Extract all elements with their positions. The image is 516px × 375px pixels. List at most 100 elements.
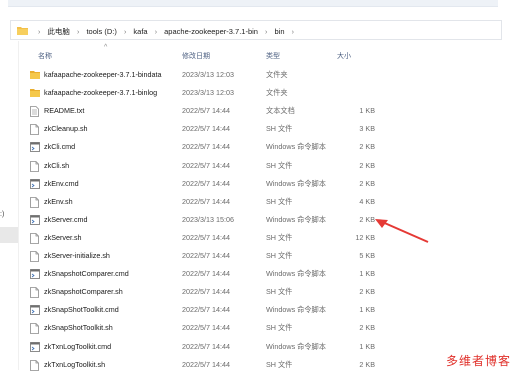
file-row[interactable]: zkSnapShotToolkit.cmd 2022/5/7 14:44 Windo… — [28, 302, 498, 320]
cmd-file-icon — [30, 214, 40, 226]
file-row[interactable]: zkSnapshotComparer.sh 2022/5/7 14:44 SH 文件… — [28, 284, 498, 302]
folder-icon — [30, 88, 40, 99]
file-type: 文件夹 — [266, 70, 288, 79]
file-date: 2022/5/7 14:44 — [182, 323, 230, 333]
file-date: 2022/5/7 14:44 — [182, 196, 230, 206]
file-icon — [30, 196, 40, 208]
file-row[interactable]: kafaapache-zookeeper-3.7.1-bindata 2023/3… — [28, 67, 498, 85]
file-icon — [30, 287, 40, 299]
file-size: 4 KB — [359, 196, 375, 206]
file-row[interactable]: zkSnapshotComparer.cmd 2022/5/7 14:44 Wind… — [28, 266, 498, 284]
file-name: zkServer.sh — [44, 232, 82, 242]
file-icon — [30, 359, 40, 371]
nav-selected-item[interactable] — [0, 227, 18, 243]
cmd-file-icon — [30, 269, 40, 280]
file-size: 1 KB — [359, 106, 375, 116]
column-header-type[interactable]: 类型 — [266, 51, 280, 61]
file-type: 文件夹 — [266, 88, 288, 98]
file-date: 2022/5/7 14:44 — [182, 106, 230, 116]
file-type: Windows 命令脚本 — [266, 214, 326, 224]
file-size: 2 KB — [359, 287, 375, 297]
file-icon — [30, 160, 40, 172]
file-size: 3 KB — [359, 124, 375, 134]
file-row[interactable]: zkTxnLogToolkit.cmd 2022/5/7 14:44 Windows… — [28, 339, 498, 357]
column-header-date[interactable]: 修改日期 — [182, 51, 210, 61]
file-row[interactable]: zkTxnLogToolkit.sh 2022/5/7 14:44 SH 文件 2 K… — [28, 357, 498, 375]
file-date: 2022/5/7 14:44 — [182, 305, 230, 315]
file-row[interactable]: zkSnapShotToolkit.sh 2022/5/7 14:44 SH 文件 2… — [28, 320, 498, 338]
file-size: 12 KB — [355, 232, 375, 242]
file-size: 2 KB — [359, 214, 375, 224]
file-type: SH 文件 — [266, 323, 293, 333]
breadcrumb-item[interactable]: apache-zookeeper-3.7.1-bin — [164, 27, 258, 36]
file-name: zkSnapshotComparer.sh — [44, 287, 123, 297]
file-date: 2022/5/7 14:44 — [182, 341, 230, 351]
file-date: 2023/3/13 12:03 — [182, 88, 234, 98]
file-type: Windows 命令脚本 — [266, 269, 326, 279]
file-icon — [30, 251, 40, 262]
address-bar[interactable]: › 此电脑 › tools (D:) › kafa › apache-zooke… — [10, 20, 502, 40]
folder-icon — [17, 26, 28, 35]
breadcrumb-item[interactable]: tools (D:) — [86, 27, 116, 36]
file-date: 2022/5/7 14:44 — [182, 160, 230, 170]
file-row[interactable]: zkServer-initialize.sh 2022/5/7 14:44 SH 文… — [28, 248, 498, 266]
file-type: 文本文档 — [266, 106, 295, 116]
file-date: 2022/5/7 14:44 — [182, 232, 230, 242]
breadcrumb-item[interactable]: 此电脑 — [47, 26, 70, 37]
file-type: Windows 命令脚本 — [266, 142, 326, 152]
file-type: SH 文件 — [266, 251, 293, 260]
chevron-right-icon: › — [123, 29, 127, 36]
file-date: 2023/3/13 12:03 — [182, 70, 234, 79]
file-row[interactable]: kafaapache-zookeeper-3.7.1-binlog 2023/3/… — [28, 85, 498, 103]
column-headers: 名称 ^ 修改日期 类型 大小 — [28, 44, 498, 64]
chevron-right-icon: › — [265, 29, 268, 36]
file-type: SH 文件 — [266, 196, 293, 206]
file-size: 2 KB — [359, 178, 375, 188]
file-row[interactable]: zkCleanup.sh 2022/5/7 14:44 SH 文件 3 KB — [28, 121, 498, 139]
navigation-pane: :) — [0, 41, 19, 370]
cmd-file-icon — [30, 142, 40, 153]
file-size: 1 KB — [359, 341, 375, 351]
file-date: 2022/5/7 14:44 — [182, 251, 230, 260]
sort-up-icon: ^ — [104, 44, 108, 51]
file-name: kafaapache-zookeeper-3.7.1-bindata — [44, 70, 162, 79]
file-type: Windows 命令脚本 — [266, 341, 326, 351]
file-date: 2022/5/7 14:44 — [182, 142, 230, 152]
file-type: SH 文件 — [266, 160, 293, 170]
file-date: 2022/5/7 14:44 — [182, 124, 230, 134]
watermark: 多维者博客 — [446, 354, 512, 368]
file-type: Windows 命令脚本 — [266, 305, 326, 315]
file-name: zkEnv.cmd — [44, 178, 79, 188]
chevron-right-icon: › — [38, 29, 41, 36]
file-row[interactable]: zkCli.cmd 2022/5/7 14:44 Windows 命令脚本 2 KB — [28, 139, 498, 157]
file-name: README.txt — [44, 106, 85, 116]
file-name: zkServer-initialize.sh — [44, 251, 110, 260]
file-name: zkServer.cmd — [44, 214, 88, 224]
annotation-arrow — [375, 219, 429, 243]
file-row[interactable]: zkEnv.cmd 2022/5/7 14:44 Windows 命令脚本 2 KB — [28, 176, 498, 194]
cmd-file-icon — [30, 178, 40, 190]
file-type: SH 文件 — [266, 232, 293, 242]
file-size: 1 KB — [359, 305, 375, 315]
file-name: zkSnapShotToolkit.cmd — [44, 305, 119, 315]
column-header-name[interactable]: 名称 — [38, 51, 52, 61]
file-name: zkTxnLogToolkit.sh — [44, 359, 106, 369]
breadcrumb-item[interactable]: bin — [274, 27, 284, 36]
breadcrumb-item[interactable]: kafa — [133, 27, 147, 36]
file-row[interactable]: README.txt 2022/5/7 14:44 文本文档 1 KB — [28, 103, 498, 121]
file-icon — [30, 323, 40, 335]
file-name: zkTxnLogToolkit.cmd — [44, 341, 112, 351]
file-size: 5 KB — [359, 251, 375, 260]
file-name: zkSnapshotComparer.cmd — [44, 269, 129, 279]
file-date: 2022/5/7 14:44 — [182, 269, 230, 279]
file-size: 2 KB — [359, 323, 375, 333]
file-icon — [30, 232, 40, 244]
file-row[interactable]: zkEnv.sh 2022/5/7 14:44 SH 文件 4 KB — [28, 194, 498, 212]
file-row[interactable]: zkCli.sh 2022/5/7 14:44 SH 文件 2 KB — [28, 158, 498, 176]
file-size: 2 KB — [359, 160, 375, 170]
file-type: SH 文件 — [266, 124, 293, 134]
text-file-icon — [30, 106, 40, 118]
chevron-right-icon: › — [291, 29, 294, 36]
folder-icon — [30, 70, 40, 81]
column-header-size[interactable]: 大小 — [337, 51, 351, 61]
